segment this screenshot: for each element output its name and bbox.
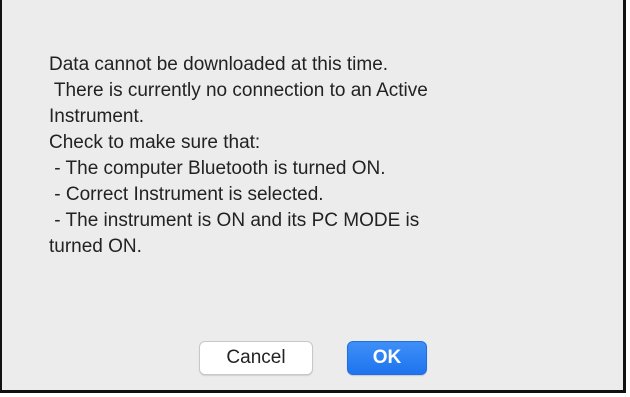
- message-line: Instrument.: [49, 106, 145, 127]
- message-line: Check to make sure that:: [49, 132, 261, 153]
- message-line: - The instrument is ON and its PC MODE i…: [49, 210, 420, 231]
- message-line: turned ON.: [49, 236, 142, 257]
- message-line: - Correct Instrument is selected.: [49, 184, 324, 205]
- dialog-message: Data cannot be downloaded at this time. …: [49, 52, 569, 260]
- cancel-button[interactable]: Cancel: [199, 341, 313, 375]
- message-line: There is currently no connection to an A…: [49, 80, 428, 101]
- dialog-buttons: Cancel OK: [2, 341, 623, 375]
- alert-dialog: Data cannot be downloaded at this time. …: [0, 0, 626, 393]
- message-line: Data cannot be downloaded at this time.: [49, 54, 389, 75]
- message-line: - The computer Bluetooth is turned ON.: [49, 158, 386, 179]
- ok-button[interactable]: OK: [347, 341, 427, 375]
